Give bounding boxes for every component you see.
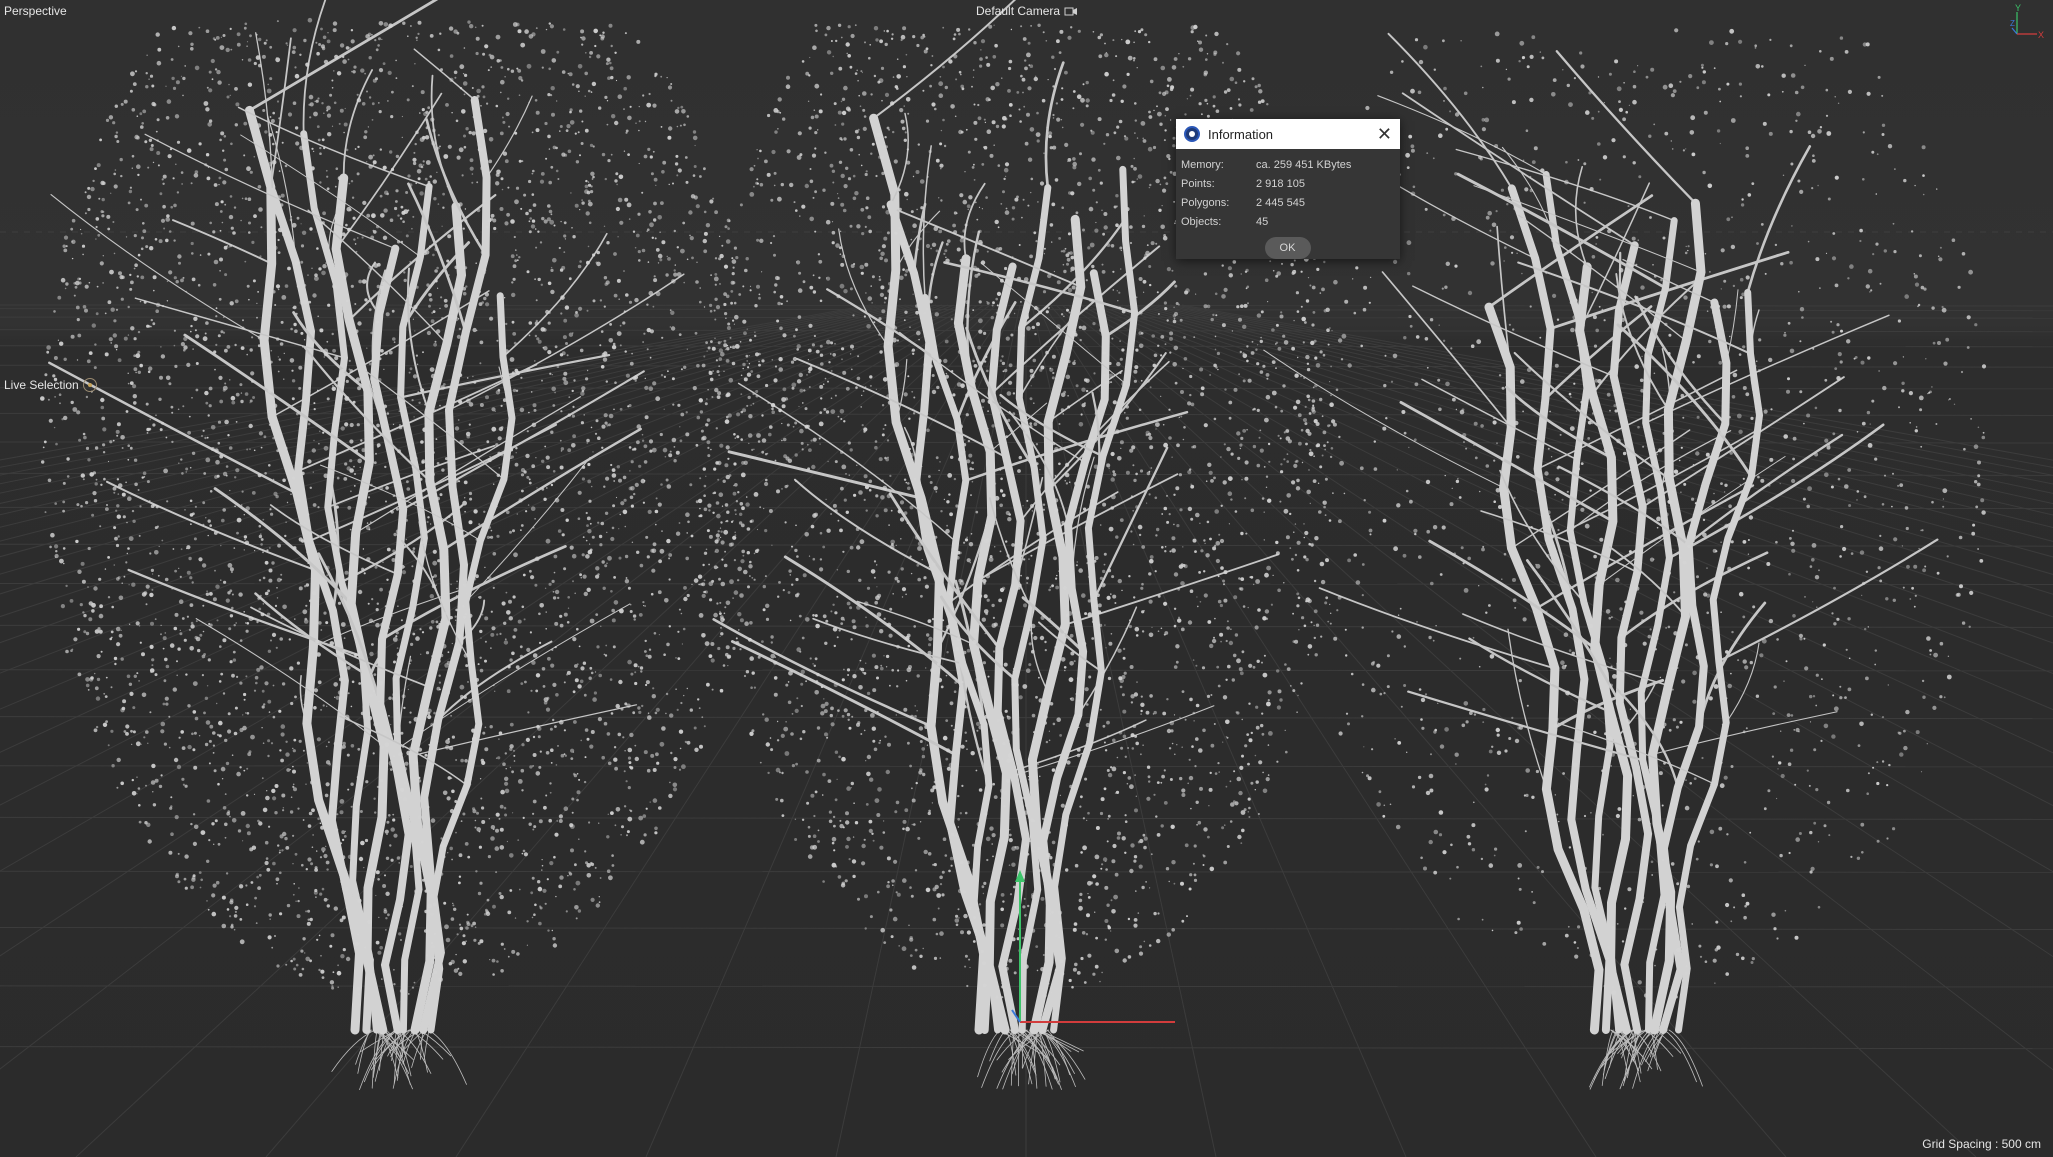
info-value: ca. 259 451 KBytes xyxy=(1256,158,1352,171)
axis-gizmo-icon: Y Z X xyxy=(2010,4,2044,40)
active-tool-indicator[interactable]: Live Selection xyxy=(4,378,97,392)
camera-selector[interactable]: Default Camera xyxy=(976,4,1078,18)
info-value: 2 445 545 xyxy=(1256,196,1305,209)
axis-z-label: Z xyxy=(2010,19,2015,28)
camera-label: Default Camera xyxy=(976,4,1061,18)
3d-viewport[interactable]: Perspective Default Camera Live Selectio… xyxy=(0,0,2053,1157)
axis-x-label: X xyxy=(2038,30,2044,40)
info-row-memory: Memory: ca. 259 451 KBytes xyxy=(1181,155,1394,174)
dialog-titlebar[interactable]: Information ✕ xyxy=(1176,119,1400,149)
info-row-polygons: Polygons: 2 445 545 xyxy=(1181,193,1394,212)
info-value: 2 918 105 xyxy=(1256,177,1305,190)
view-name-label[interactable]: Perspective xyxy=(4,4,67,18)
info-key: Objects: xyxy=(1181,215,1222,228)
info-key: Memory: xyxy=(1181,158,1224,171)
information-dialog: Information ✕ Memory: ca. 259 451 KBytes… xyxy=(1176,119,1400,259)
grid-spacing-label: Grid Spacing : 500 cm xyxy=(1922,1137,2041,1151)
info-value: 45 xyxy=(1256,215,1269,228)
dialog-body: Memory: ca. 259 451 KBytes Points: 2 918… xyxy=(1176,149,1400,259)
ok-button[interactable]: OK xyxy=(1264,237,1311,259)
info-row-objects: Objects: 45 xyxy=(1181,212,1394,231)
axis-y-label: Y xyxy=(2015,4,2021,13)
active-tool-label: Live Selection xyxy=(4,378,79,392)
scene-canvas[interactable] xyxy=(0,0,2053,1157)
app-logo-icon xyxy=(1184,126,1200,142)
info-key: Polygons: xyxy=(1181,196,1230,209)
info-row-points: Points: 2 918 105 xyxy=(1181,174,1394,193)
info-key: Points: xyxy=(1181,177,1215,190)
live-selection-icon xyxy=(82,378,97,392)
dialog-title: Information xyxy=(1208,126,1274,142)
close-icon[interactable]: ✕ xyxy=(1377,125,1392,143)
camera-icon xyxy=(1064,7,1078,16)
